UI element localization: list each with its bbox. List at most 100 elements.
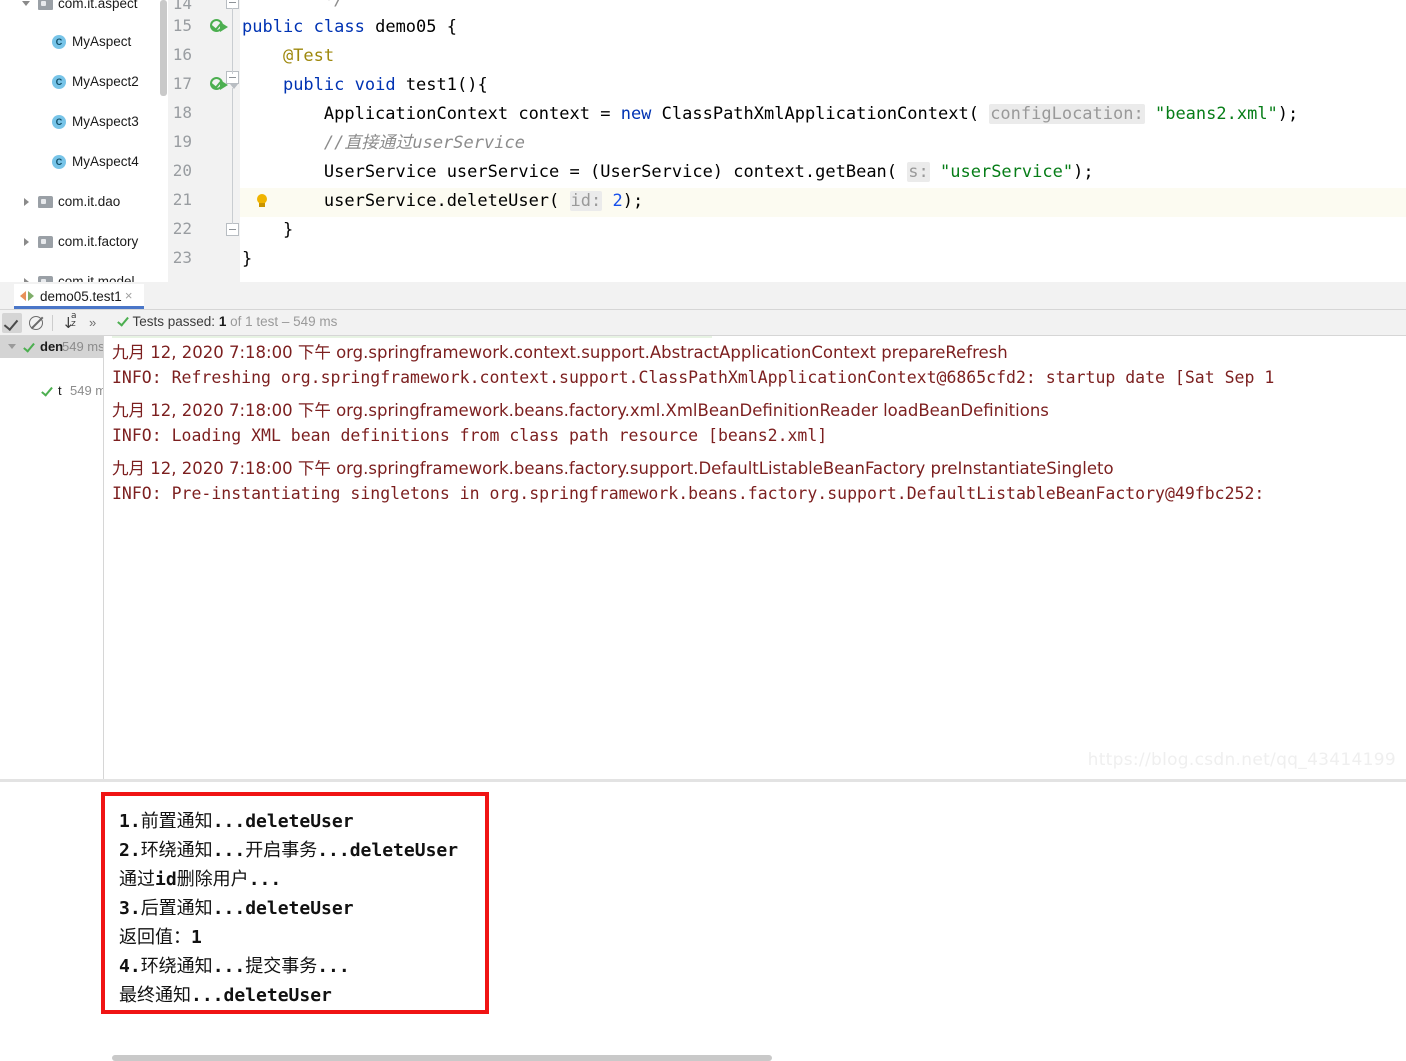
twisty-down-icon[interactable] xyxy=(8,344,16,349)
test-runner-toolbar: ↓ a z » Tests passed: 1 of 1 test – 549 … xyxy=(0,310,1406,336)
console-line-3: INFO: Loading XML bean definitions from … xyxy=(112,426,828,445)
toolbar-separator xyxy=(52,315,53,331)
watermark-text: https://blog.csdn.net/qq_43414199 xyxy=(1087,750,1396,770)
annotation-red-box: 1.前置通知...deleteUser 2.环绕通知...开启事务...dele… xyxy=(101,792,489,1014)
tree-item-label: MyAspect2 xyxy=(72,74,139,89)
hide-ignored-toggle[interactable] xyxy=(26,313,46,333)
previous-line-sliver xyxy=(112,336,712,338)
tree-item-myaspect4[interactable]: C MyAspect4 xyxy=(0,152,168,172)
twisty-right-icon[interactable] xyxy=(22,232,34,252)
sort-z-label: z xyxy=(71,319,76,329)
tree-item-label: com.it.dao xyxy=(58,194,121,209)
tree-item-label: MyAspect4 xyxy=(72,154,139,169)
line-number: 19 xyxy=(172,132,192,151)
aop-output-line-3: 3.后置通知...deleteUser xyxy=(119,898,354,919)
code-line-22: } xyxy=(242,220,294,240)
aop-output-line-1: 2.环绕通知...开启事务...deleteUser xyxy=(119,840,459,861)
tree-item-com-it-factory[interactable]: com.it.factory xyxy=(0,232,168,252)
test-tree-duration: 549 ms xyxy=(62,339,105,354)
line-number: 15 xyxy=(172,16,192,35)
class-icon: C xyxy=(52,115,66,129)
editor-gutter[interactable]: 14 15 16 17 18 19 20 21 22 23 xyxy=(168,0,240,282)
code-line-18: ApplicationContext context = new ClassPa… xyxy=(242,104,1299,124)
tree-item-com-it-dao[interactable]: com.it.dao xyxy=(0,192,168,212)
line-number: 20 xyxy=(172,161,192,180)
code-line-17: public void test1(){ xyxy=(282,75,488,95)
fold-region-line xyxy=(232,8,233,74)
line-number: 22 xyxy=(172,219,192,238)
run-test-gutter-icon[interactable] xyxy=(210,18,228,36)
code-line-19: //直接通过userService xyxy=(242,133,525,153)
line-number: 23 xyxy=(172,248,192,267)
sort-alphabetically-button[interactable]: ↓ a z xyxy=(60,311,80,333)
tree-item-label: com.it.factory xyxy=(58,234,139,249)
status-suffix: of 1 test – 549 ms xyxy=(226,314,338,329)
console-line-5: INFO: Pre-instantiating singletons in or… xyxy=(112,484,1265,503)
class-icon: C xyxy=(52,75,66,89)
class-icon: C xyxy=(52,155,66,169)
double-chevron-icon: » xyxy=(89,315,97,330)
line-number: 14 xyxy=(172,0,192,13)
aop-output-line-5: 4.环绕通知...提交事务... xyxy=(119,956,350,977)
test-results-tree[interactable]: den 549 ms t 549 ms xyxy=(0,336,113,782)
test-tree-label: t xyxy=(58,383,62,398)
console-line-2: 九月 12, 2020 7:18:00 下午 org.springframewo… xyxy=(112,401,1049,420)
console-horizontal-scrollbar[interactable] xyxy=(112,1055,772,1061)
fold-region-line xyxy=(232,88,233,224)
code-line-15: public class demo05 { xyxy=(242,17,457,37)
tree-item-myaspect[interactable]: C MyAspect xyxy=(0,32,168,52)
console-output[interactable]: 九月 12, 2020 7:18:00 下午 org.springframewo… xyxy=(104,336,1406,782)
test-tree-row-suite[interactable]: den 549 ms xyxy=(0,336,105,358)
twisty-right-icon[interactable] xyxy=(22,192,34,212)
console-line-4: 九月 12, 2020 7:18:00 下午 org.springframewo… xyxy=(112,459,1114,478)
tree-item-label: com.it.model xyxy=(58,274,135,282)
tree-item-myaspect2[interactable]: C MyAspect2 xyxy=(0,72,168,92)
test-status-text: Tests passed: 1 of 1 test – 549 ms xyxy=(116,314,338,329)
code-line-16: @Test xyxy=(242,46,335,66)
line-number: 18 xyxy=(172,103,192,122)
test-passed-icon xyxy=(22,341,35,353)
test-tree-label: den xyxy=(40,339,64,354)
fold-marker-icon[interactable] xyxy=(226,223,239,236)
code-editor[interactable]: 14 15 16 17 18 19 20 21 22 23 */ public … xyxy=(168,0,1406,282)
aop-output-line-6: 最终通知...deleteUser xyxy=(119,985,332,1006)
package-folder-icon xyxy=(38,196,53,208)
code-line-20: UserService userService = (UserService) … xyxy=(242,162,1094,182)
tree-item-label: MyAspect3 xyxy=(72,114,139,129)
run-tab-demo05-test1[interactable]: demo05.test1 × xyxy=(14,284,144,309)
line-number: 21 xyxy=(172,190,192,209)
console-line-1: INFO: Refreshing org.springframework.con… xyxy=(112,368,1275,387)
ide-window: com.it.aspect C MyAspect C MyAspect2 C M… xyxy=(0,0,1406,1061)
test-tree-row-test[interactable]: t 549 ms xyxy=(0,380,113,402)
twisty-down-icon[interactable] xyxy=(22,0,34,14)
aop-output-line-2: 通过id删除用户... xyxy=(119,869,282,890)
project-tool-window[interactable]: com.it.aspect C MyAspect C MyAspect2 C M… xyxy=(0,0,168,282)
package-folder-icon xyxy=(38,236,53,248)
tree-item-label: MyAspect xyxy=(72,34,132,49)
show-passed-toggle[interactable] xyxy=(2,313,22,333)
tree-item-com-it-model[interactable]: com.it.model xyxy=(0,272,168,282)
code-text[interactable]: */ public class demo05 { @Test public vo… xyxy=(242,0,1406,282)
tree-item-myaspect3[interactable]: C MyAspect3 xyxy=(0,112,168,132)
twisty-right-icon[interactable] xyxy=(22,272,34,282)
class-icon: C xyxy=(52,35,66,49)
run-tool-window: demo05.test1 × ↓ a z » Tests passed: 1 o… xyxy=(0,282,1406,1061)
top-split: com.it.aspect C MyAspect C MyAspect2 C M… xyxy=(0,0,1406,282)
tree-item-com-it-aspect[interactable]: com.it.aspect xyxy=(0,0,168,14)
tree-item-label: com.it.aspect xyxy=(58,0,138,11)
console-line-0: 九月 12, 2020 7:18:00 下午 org.springframewo… xyxy=(112,343,1008,362)
status-prefix: Tests passed: xyxy=(132,314,219,329)
test-passed-icon xyxy=(40,385,53,397)
close-icon[interactable]: × xyxy=(125,289,138,302)
status-check-icon xyxy=(116,315,129,327)
line-number: 16 xyxy=(172,45,192,64)
run-tab-label: demo05.test1 xyxy=(40,289,122,304)
toolbar-overflow-button[interactable]: » xyxy=(86,313,106,333)
package-folder-icon xyxy=(38,0,53,10)
run-config-icon xyxy=(20,291,34,302)
aop-output-line-4: 返回值：1 xyxy=(119,927,202,948)
line-number: 17 xyxy=(172,74,192,93)
code-line-14: */ xyxy=(242,0,345,10)
code-line-23: } xyxy=(242,249,253,269)
aop-output-line-0: 1.前置通知...deleteUser xyxy=(119,811,354,832)
